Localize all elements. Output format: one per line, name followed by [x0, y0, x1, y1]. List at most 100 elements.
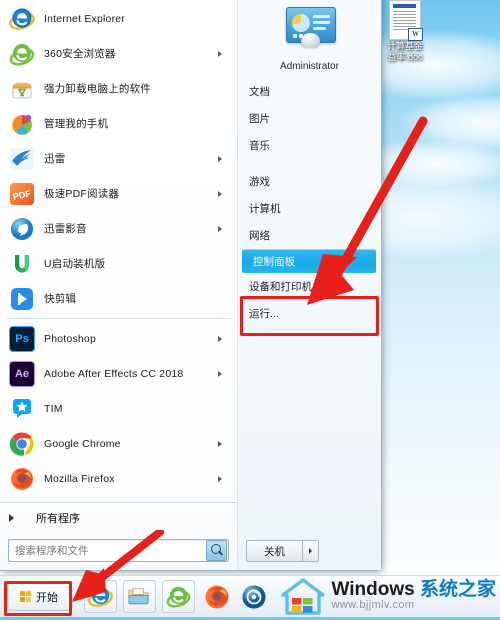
- program-item-google-chrome[interactable]: Google Chrome: [0, 426, 237, 461]
- pdf-reader-icon: PDF: [9, 181, 35, 207]
- desktop-icon-label-line1: 计算基金: [386, 41, 423, 51]
- all-programs-label: 所有程序: [36, 513, 80, 525]
- windows-flag-icon: [20, 590, 33, 603]
- right-panel-divider: [238, 159, 381, 168]
- submenu-arrow-icon: [218, 50, 226, 57]
- photoshop-icon: Ps: [9, 325, 35, 352]
- internet-explorer-icon: [9, 6, 35, 32]
- watermark: Windows 系统之家 www.bjjmlv.com: [281, 577, 496, 615]
- start-button[interactable]: 开始: [7, 582, 71, 611]
- submenu-arrow-icon: [218, 225, 226, 232]
- program-label: Google Chrome: [44, 437, 121, 450]
- program-label: Mozilla Firefox: [44, 472, 115, 485]
- program-item-internet-explorer[interactable]: Internet Explorer: [0, 1, 237, 36]
- taskbar: 开始 Windows 系统之家 www.bjjmlv.com: [0, 575, 500, 617]
- program-item-uqidong[interactable]: U启动装机版: [0, 246, 237, 281]
- watermark-url: www.bjjmlv.com: [331, 599, 415, 612]
- firefox-icon: [9, 466, 35, 492]
- right-item-computer[interactable]: 计算机: [238, 195, 381, 222]
- uqidong-icon: [9, 251, 35, 277]
- all-programs-arrow-icon: [9, 514, 14, 522]
- start-button-label: 开始: [36, 591, 58, 604]
- program-label: Internet Explorer: [44, 12, 126, 25]
- start-menu-right-panel: Administrator 文档 图片 音乐 游戏 计算机 网络 控制面板 设备…: [237, 0, 381, 570]
- submenu-arrow-icon: [218, 475, 226, 482]
- shutdown-button[interactable]: 关机: [246, 540, 302, 562]
- right-item-pictures[interactable]: 图片: [238, 105, 381, 132]
- right-item-control-panel[interactable]: 控制面板: [242, 249, 376, 273]
- desktop-icon-word-document[interactable]: W 计算基金 益率.doc: [374, 0, 436, 63]
- program-item-tim[interactable]: TIM: [0, 391, 237, 426]
- desktop-icon-label-line2: 益率.doc: [387, 52, 423, 62]
- right-item-music[interactable]: 音乐: [238, 132, 381, 159]
- program-item-thunder-player[interactable]: 迅雷影音: [0, 211, 237, 246]
- shutdown-options-button[interactable]: [302, 540, 319, 562]
- thunder-player-icon: [9, 216, 35, 242]
- program-list: Internet Explorer 360安全浏览器 强力卸载电脑上的软件 管理…: [0, 0, 237, 502]
- right-item-label: 游戏: [249, 176, 270, 188]
- submenu-arrow-icon: [218, 155, 226, 162]
- submenu-arrow-icon: [218, 440, 226, 447]
- program-label: Photoshop: [44, 332, 97, 345]
- program-label: 360安全浏览器: [44, 48, 116, 60]
- right-item-label: 设备和打印机: [249, 281, 312, 293]
- right-item-label: 文档: [249, 86, 270, 98]
- search-icon[interactable]: [206, 540, 227, 561]
- submenu-arrow-icon: [218, 370, 226, 377]
- right-item-devices-and-printers[interactable]: 设备和打印机: [238, 273, 381, 300]
- thunder-icon: [9, 146, 35, 172]
- program-label: 管理我的手机: [44, 118, 109, 130]
- program-label: 强力卸载电脑上的软件: [44, 83, 151, 95]
- word-badge: W: [408, 28, 423, 41]
- right-item-label: 网络: [249, 230, 270, 242]
- program-label: U启动装机版: [44, 258, 106, 270]
- program-item-360-browser[interactable]: 360安全浏览器: [0, 36, 237, 71]
- right-item-label: 图片: [249, 113, 270, 125]
- program-label: 迅雷: [44, 153, 66, 165]
- after-effects-icon: Ae: [9, 360, 35, 387]
- all-programs-button[interactable]: 所有程序: [0, 502, 237, 533]
- watermark-title-cn: 系统之家: [419, 579, 496, 601]
- taskbar-firefox-icon[interactable]: [201, 581, 232, 612]
- submenu-arrow-icon: [218, 335, 226, 342]
- right-item-network[interactable]: 网络: [238, 222, 381, 249]
- right-item-documents[interactable]: 文档: [238, 78, 381, 105]
- user-account-picture[interactable]: [284, 4, 336, 56]
- 360-browser-icon: [9, 41, 35, 67]
- taskbar-360-security-icon[interactable]: [238, 581, 269, 612]
- program-item-thunder[interactable]: 迅雷: [0, 141, 237, 176]
- right-item-run[interactable]: 运行...: [238, 300, 381, 327]
- program-item-uninstall-tool[interactable]: 强力卸载电脑上的软件: [0, 71, 237, 106]
- program-label: 迅雷影音: [44, 223, 87, 235]
- watermark-title: Windows 系统之家: [331, 580, 496, 600]
- search-box[interactable]: [8, 539, 229, 562]
- chevron-right-icon: [309, 548, 312, 554]
- tim-icon: [9, 396, 35, 422]
- taskbar-windows-explorer-icon[interactable]: [123, 580, 156, 613]
- search-input[interactable]: [9, 543, 206, 558]
- program-label: TIM: [44, 402, 63, 415]
- uninstall-tool-icon: [9, 76, 35, 102]
- program-item-after-effects[interactable]: Ae Adobe After Effects CC 2018: [0, 356, 237, 391]
- program-item-phone-manager[interactable]: 管理我的手机: [0, 106, 237, 141]
- program-label: 快剪辑: [44, 293, 77, 305]
- right-item-label: 控制面板: [253, 255, 295, 268]
- start-menu-left-panel: Internet Explorer 360安全浏览器 强力卸载电脑上的软件 管理…: [0, 0, 237, 570]
- kuaijianji-icon: [9, 286, 35, 312]
- word-document-icon: W: [389, 0, 423, 41]
- start-menu: Internet Explorer 360安全浏览器 强力卸载电脑上的软件 管理…: [0, 0, 382, 571]
- program-list-divider: [7, 318, 230, 319]
- submenu-arrow-icon: [218, 190, 226, 197]
- program-item-pdf-reader[interactable]: PDF 极速PDF阅读器: [0, 176, 237, 211]
- user-name-label: Administrator: [280, 61, 339, 72]
- program-item-photoshop[interactable]: Ps Photoshop: [0, 321, 237, 356]
- program-item-kuaijianji[interactable]: 快剪辑: [0, 281, 237, 316]
- taskbar-360-browser-icon[interactable]: [162, 580, 195, 613]
- right-item-label: 音乐: [249, 140, 270, 152]
- right-item-label: 运行...: [249, 308, 279, 320]
- taskbar-internet-explorer-icon[interactable]: [84, 580, 117, 613]
- watermark-title-en: Windows: [331, 579, 420, 601]
- right-item-games[interactable]: 游戏: [238, 168, 381, 195]
- program-item-mozilla-firefox[interactable]: Mozilla Firefox: [0, 461, 237, 496]
- search-area: [0, 533, 237, 570]
